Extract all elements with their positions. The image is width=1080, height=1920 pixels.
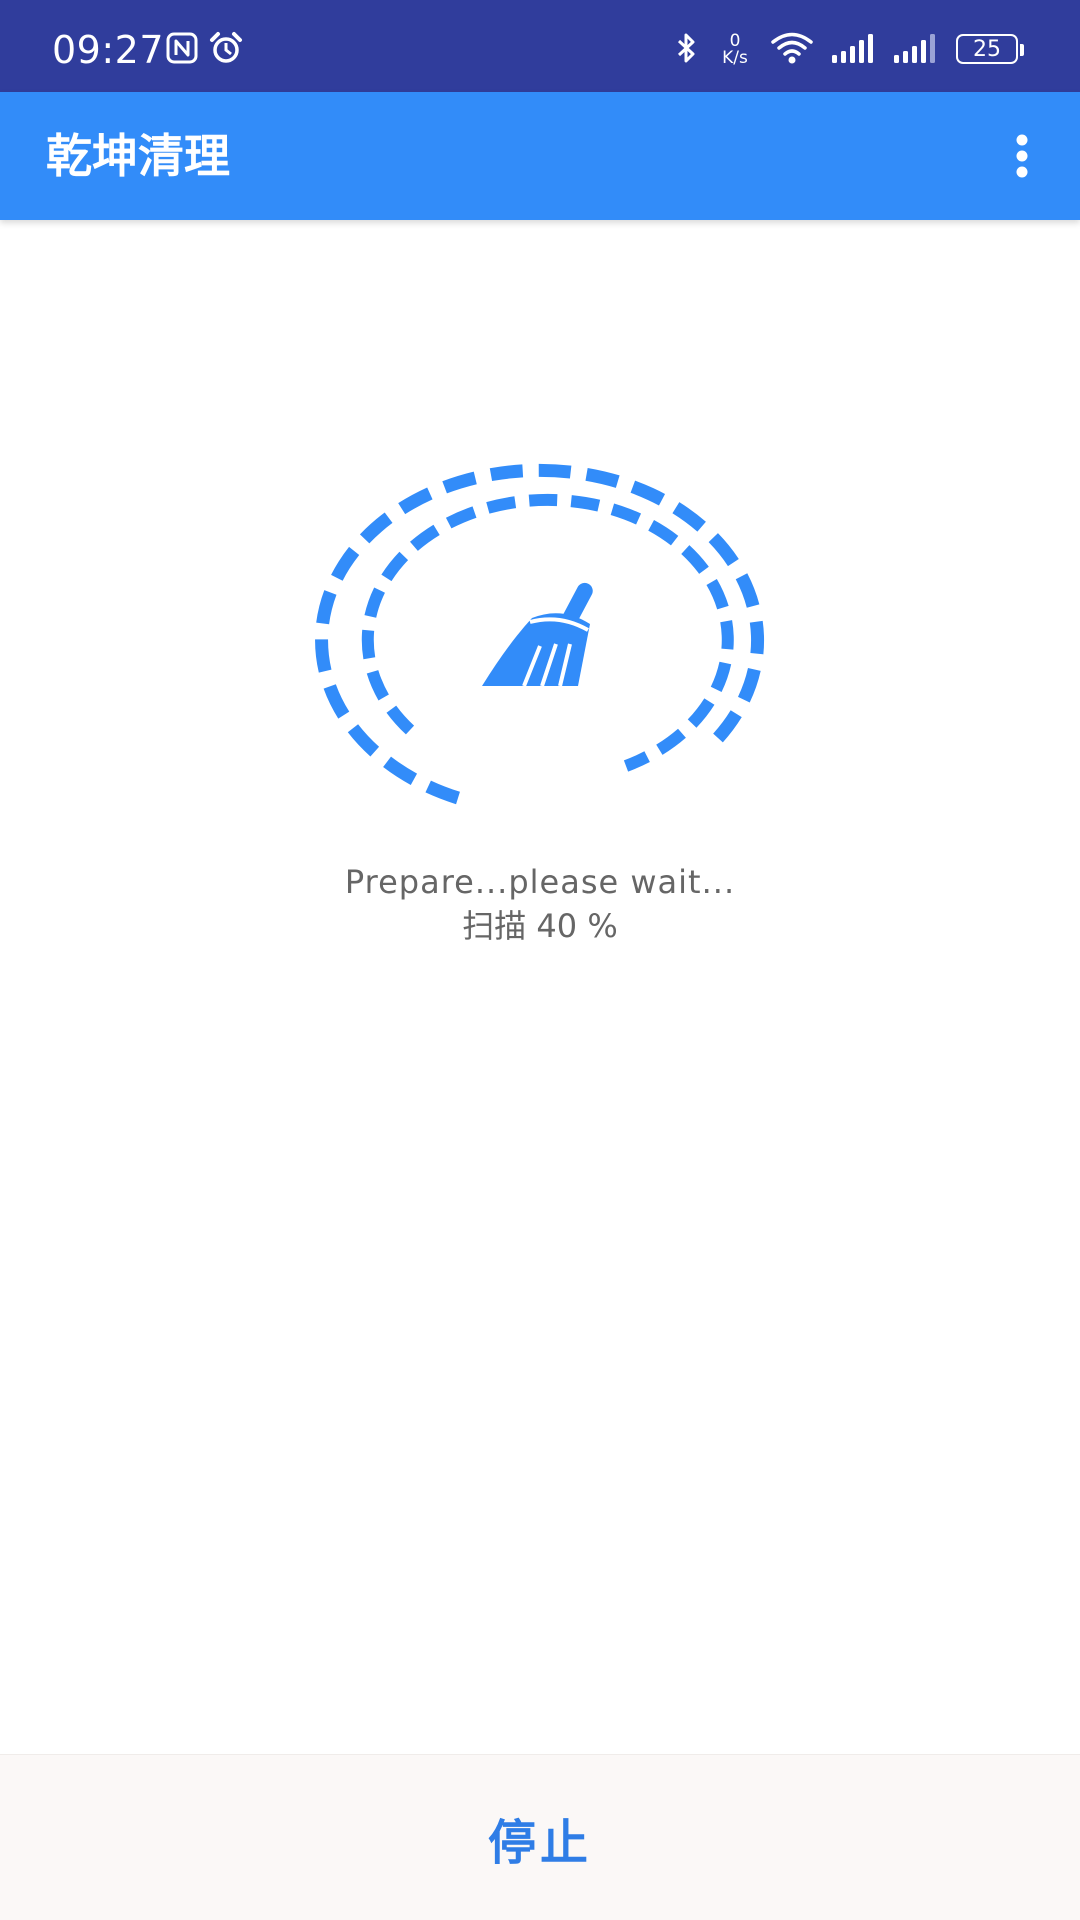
app-title: 乾坤清理 [46, 129, 230, 183]
signal-icon [894, 33, 938, 67]
broom-icon [482, 582, 593, 687]
status-right-icons: 0 K/s 25 [674, 28, 1024, 72]
wifi-icon [770, 31, 814, 69]
signal-icon [832, 33, 876, 67]
more-vert-icon [1016, 134, 1028, 178]
status-bar: 09:27 0 K/s 25 [0, 0, 1080, 92]
app-bar: 乾坤清理 [0, 92, 1080, 220]
scan-animation [300, 430, 780, 830]
screen: 09:27 0 K/s 25 乾坤清理 Prepare...please wai… [0, 0, 1080, 1920]
net-speed-unit: K/s [722, 48, 748, 68]
battery-indicator: 25 [956, 34, 1024, 66]
stop-button[interactable]: 停止 [448, 1783, 632, 1893]
bottom-bar: 停止 [0, 1754, 1080, 1920]
scan-progress-label: 扫描 40 % [462, 907, 618, 945]
status-left-icons [166, 32, 244, 68]
net-speed: 0 K/s [718, 33, 752, 67]
alarm-icon [208, 31, 244, 69]
more-options-button[interactable] [986, 120, 1058, 192]
battery-level: 25 [956, 34, 1018, 64]
status-time: 09:27 [52, 28, 165, 72]
bluetooth-icon [674, 31, 700, 69]
scan-status-message: Prepare...please wait... [344, 863, 736, 901]
nfc-icon [166, 32, 198, 68]
battery-tip [1020, 44, 1024, 56]
